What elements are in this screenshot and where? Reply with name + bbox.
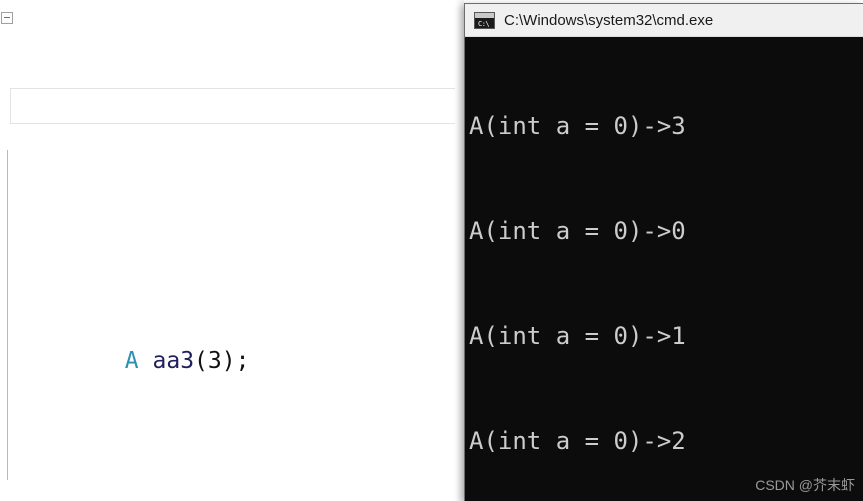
console-output-line: A(int a = 0)->0 — [469, 217, 686, 245]
code-fold-toggle-icon[interactable] — [1, 12, 13, 24]
console-output-line: A(int a = 0)->2 — [469, 427, 686, 455]
code-token-paren-close: ); — [221, 348, 250, 374]
code-token-type: A — [124, 348, 139, 374]
console-window-title: C:\Windows\system32\cmd.exe — [504, 11, 714, 29]
cmd-console-window[interactable]: C:\ C:\Windows\system32\cmd.exe A(int a … — [464, 3, 863, 501]
cmd-icon-prompt-glyph: C:\ — [478, 19, 490, 28]
cmd-exe-icon: C:\ — [474, 11, 495, 29]
code-line[interactable]: A aa3(3); — [0, 304, 470, 374]
console-titlebar[interactable]: C:\ C:\Windows\system32\cmd.exe — [465, 4, 863, 37]
editor-vertical-scrollbar[interactable] — [455, 0, 464, 501]
console-output-area[interactable]: A(int a = 0)->3 A(int a = 0)->0 A(int a … — [465, 37, 863, 501]
empty-line-frame — [10, 88, 456, 124]
console-output-line: A(int a = 0)->3 — [469, 112, 686, 140]
code-token-identifier: aa3 — [152, 348, 195, 374]
code-token-number: 3 — [207, 348, 222, 374]
console-output-line: A(int a = 0)->1 — [469, 322, 686, 350]
code-token-paren-open: ( — [194, 348, 208, 374]
code-text-area[interactable]: A aa3(3); int main() { static A aa0(0); … — [0, 0, 470, 501]
cmd-icon-titlebar-stripe — [475, 12, 494, 18]
csdn-watermark: CSDN @芥末虾 — [755, 477, 855, 493]
screenshot-root: A aa3(3); int main() { static A aa0(0); … — [0, 0, 863, 501]
